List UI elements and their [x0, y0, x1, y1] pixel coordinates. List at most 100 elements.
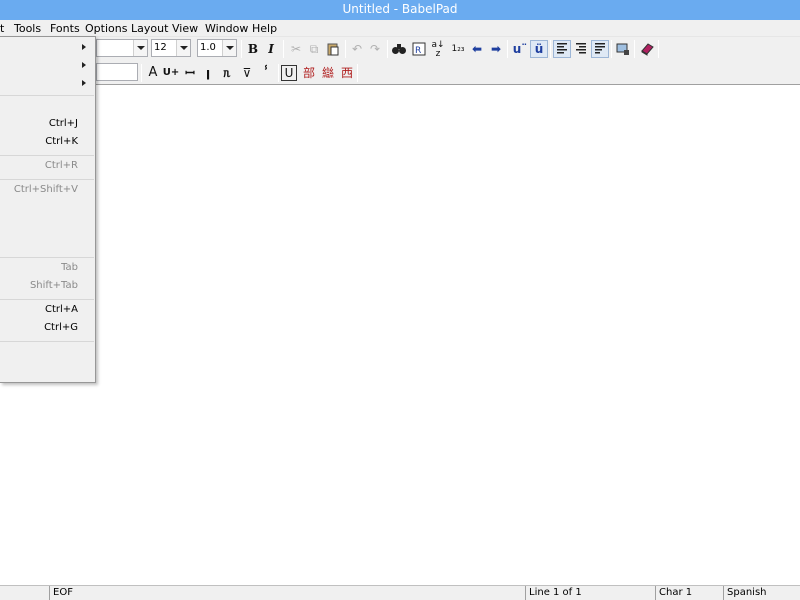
font-name-combo[interactable] — [96, 39, 148, 57]
menu-item-submenu-2[interactable] — [0, 57, 94, 75]
menu-view[interactable]: View — [172, 22, 198, 35]
toolbar-separator — [387, 40, 388, 58]
menu-fonts[interactable]: Fonts — [50, 22, 80, 35]
chevron-down-icon[interactable] — [222, 40, 236, 56]
menu-options[interactable]: Options — [85, 22, 127, 35]
toolbar-separator — [141, 64, 142, 82]
status-char: Char 1 — [655, 586, 723, 600]
menu-separator — [0, 155, 94, 156]
submenu-arrow-icon — [82, 62, 86, 68]
bold-icon[interactable]: B — [244, 40, 262, 58]
shortcut-label: Ctrl+A — [44, 304, 78, 315]
shortcut-label: Ctrl+K — [45, 136, 78, 147]
status-language: Spanish (Spain) — [723, 586, 800, 600]
align-left-icon[interactable] — [553, 40, 571, 58]
combining-diaeresis-icon[interactable]: u¨ — [510, 40, 530, 58]
main-toolbar: 12 1.0 B I ✂ ⧉ ↶ ↷ R a↓ z 1₂₃ ⬅ ➡ u¨ ü — [0, 37, 800, 61]
menu-item-ctrl-k[interactable]: Ctrl+K — [0, 134, 94, 152]
menu-window[interactable]: Window — [205, 22, 248, 35]
line-spacing-combo[interactable]: 1.0 — [197, 39, 237, 57]
toolbar-separator — [241, 40, 242, 58]
glyph-1-icon[interactable]: ꟷ — [181, 64, 199, 82]
menu-edit-partial[interactable]: t — [0, 22, 4, 35]
align-right-icon[interactable] — [572, 40, 590, 58]
menu-separator — [0, 95, 94, 96]
svg-text:R: R — [415, 46, 421, 56]
toolbar-separator — [345, 40, 346, 58]
window-title: Untitled - BabelPad — [342, 2, 458, 16]
sort-icon[interactable]: a↓ z — [429, 40, 447, 59]
character-input[interactable] — [96, 63, 138, 81]
font-size-value: 12 — [154, 42, 167, 53]
justify-icon[interactable] — [591, 40, 609, 58]
submenu-arrow-icon — [82, 80, 86, 86]
glyph-8-icon[interactable]: ⻄ — [338, 64, 356, 82]
italic-icon[interactable]: I — [262, 40, 280, 58]
shortcut-label: Ctrl+J — [48, 118, 78, 129]
glyph-4-icon[interactable]: ⊽ — [238, 64, 256, 82]
glyph-3-icon[interactable]: ᥰ — [218, 64, 236, 82]
menu-separator — [0, 257, 94, 258]
menu-item-ctrl-g[interactable]: Ctrl+G — [0, 320, 94, 338]
find-icon[interactable] — [390, 40, 408, 58]
status-line: Line 1 of 1 — [525, 586, 655, 600]
toolbar-separator — [357, 64, 358, 82]
redo-icon[interactable]: ↷ — [366, 40, 384, 58]
text-editor[interactable] — [0, 86, 800, 585]
paste-icon[interactable] — [324, 40, 342, 58]
undo-icon[interactable]: ↶ — [348, 40, 366, 58]
menu-item-ctrl-a[interactable]: Ctrl+A — [0, 302, 94, 320]
toolbar-separator — [611, 40, 612, 58]
menu-item-blank[interactable] — [0, 344, 94, 362]
menu-item-blank[interactable] — [0, 236, 94, 254]
menu-help[interactable]: Help — [252, 22, 277, 35]
glyph-2-icon[interactable]: ꞁ — [199, 64, 217, 82]
menu-item-ctrl-r[interactable]: Ctrl+R — [0, 158, 94, 176]
back-arrow-icon[interactable]: ⬅ — [468, 40, 486, 58]
menu-separator — [0, 179, 94, 180]
shortcut-label: Tab — [61, 262, 78, 273]
underline-box-icon[interactable]: U — [281, 65, 297, 81]
menu-separator — [0, 299, 94, 300]
title-bar: Untitled - BabelPad — [0, 0, 800, 20]
font-size-combo[interactable]: 12 — [151, 39, 191, 57]
menu-bar: t Tools Fonts Options Layout View Window… — [0, 20, 800, 37]
chevron-down-icon[interactable] — [133, 40, 147, 56]
shortcut-label: Ctrl+Shift+V — [13, 184, 78, 195]
cut-icon[interactable]: ✂ — [287, 40, 305, 58]
u-umlaut-icon[interactable]: ü — [530, 40, 548, 58]
u-plus-icon[interactable]: U+ — [162, 64, 180, 82]
menu-item-blank[interactable] — [0, 98, 94, 116]
toolbar-separator — [283, 40, 284, 58]
menu-separator — [0, 341, 94, 342]
menu-item-tab[interactable]: Tab — [0, 260, 94, 278]
print-icon[interactable] — [614, 40, 632, 58]
book-icon[interactable] — [638, 40, 656, 58]
forward-arrow-icon[interactable]: ➡ — [487, 40, 505, 58]
number-icon[interactable]: 1₂₃ — [449, 40, 467, 58]
menu-layout[interactable]: Layout — [131, 22, 168, 35]
menu-item-ctrl-shift-v[interactable]: Ctrl+Shift+V — [0, 182, 94, 200]
replace-icon[interactable]: R — [410, 40, 428, 58]
menu-item-blank[interactable] — [0, 218, 94, 236]
menu-item-submenu-1[interactable] — [0, 39, 94, 57]
menu-tools[interactable]: Tools — [14, 22, 41, 35]
chevron-down-icon[interactable] — [176, 40, 190, 56]
toolbar-separator — [278, 64, 279, 82]
toolbar-separator — [550, 40, 551, 58]
glyph-6-icon[interactable]: 部 — [300, 64, 318, 82]
copy-icon[interactable]: ⧉ — [305, 40, 323, 58]
menu-item-shift-tab[interactable]: Shift+Tab — [0, 278, 94, 296]
script-a-icon[interactable]: A — [144, 64, 162, 82]
toolbar-separator — [634, 40, 635, 58]
toolbar-separator — [507, 40, 508, 58]
glyph-7-icon[interactable]: 䜌 — [319, 64, 337, 82]
shortcut-label: Shift+Tab — [29, 280, 78, 291]
glyph-5-icon[interactable]: ⸯ — [257, 64, 275, 82]
edit-menu-dropdown: Ctrl+J Ctrl+K Ctrl+R Ctrl+Shift+V Tab Sh… — [0, 36, 96, 383]
menu-item-blank[interactable] — [0, 200, 94, 218]
menu-item-ctrl-j[interactable]: Ctrl+J — [0, 116, 94, 134]
toolbar-separator — [658, 40, 659, 58]
menu-item-submenu-3[interactable] — [0, 75, 94, 93]
status-position: EOF — [49, 586, 527, 600]
